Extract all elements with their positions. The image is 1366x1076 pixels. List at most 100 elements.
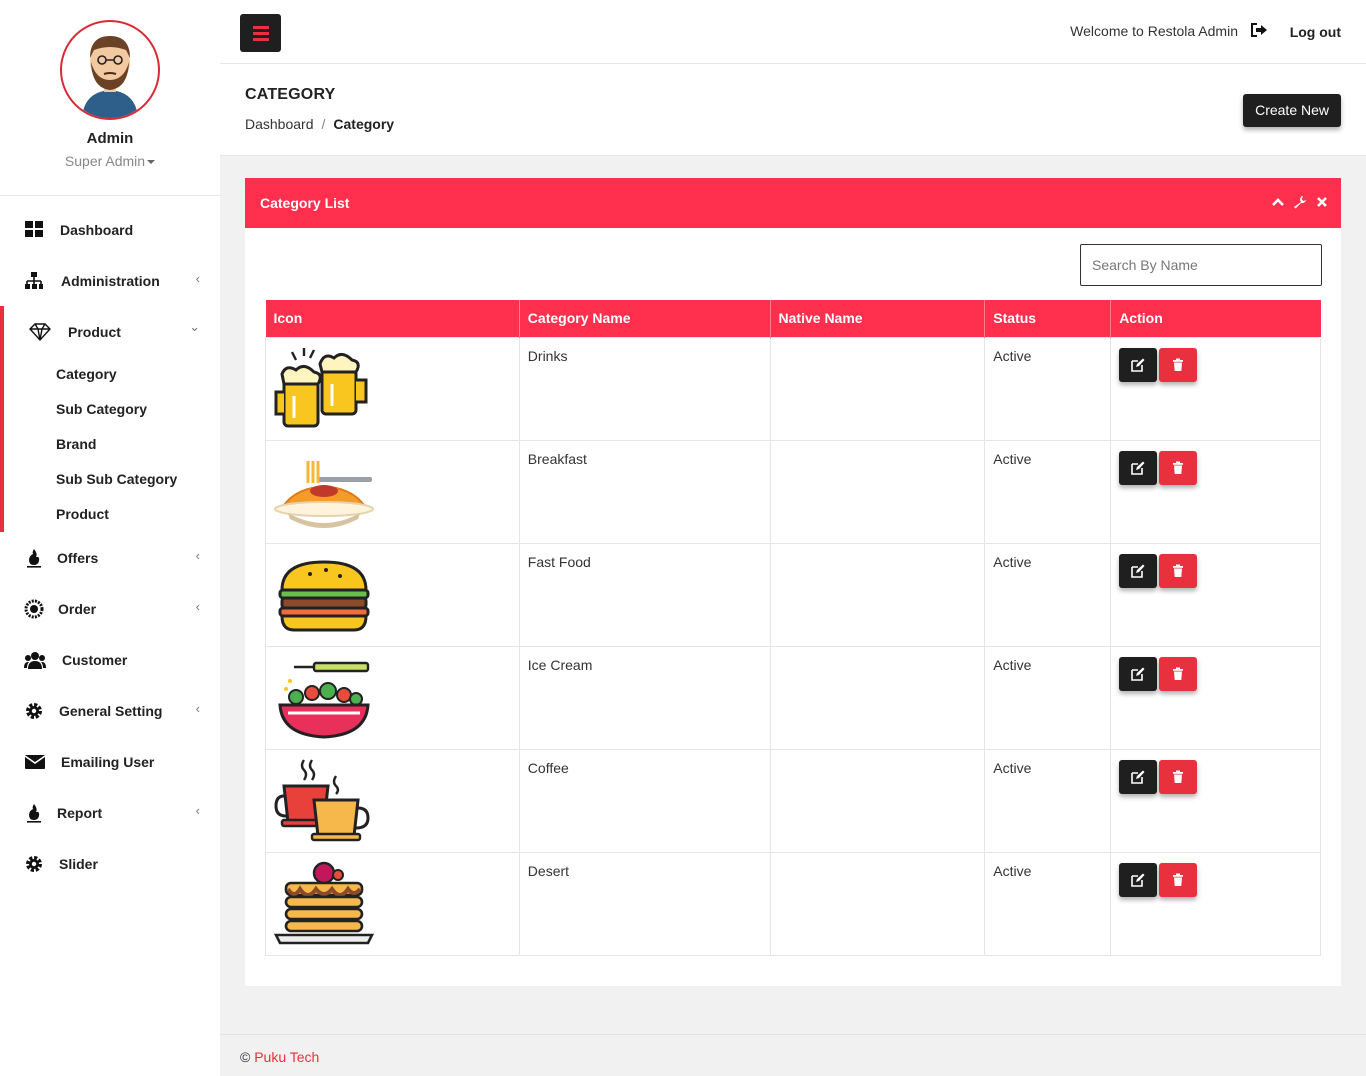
sidebar-item-label: Order — [58, 601, 97, 617]
edit-button[interactable] — [1119, 862, 1158, 897]
trash-icon — [1173, 667, 1184, 680]
chevron-left-icon: ‹ — [195, 599, 200, 614]
sidebar-subitem-sub-sub-category[interactable]: Sub Sub Category — [56, 471, 177, 487]
sidebar-item-order[interactable]: Order ‹ — [0, 589, 220, 629]
edit-button[interactable] — [1119, 347, 1158, 382]
edit-icon — [1131, 564, 1145, 578]
salad-bowl-icon — [278, 661, 370, 739]
trash-icon — [1173, 461, 1184, 474]
trash-icon — [1173, 770, 1184, 783]
role-label: Super Admin — [64, 153, 146, 169]
logout-link[interactable]: Log out — [1290, 24, 1341, 40]
sidebar-item-label: General Setting — [59, 703, 163, 719]
caret-down-icon — [147, 160, 156, 165]
table-row: Desert Active — [265, 851, 1321, 956]
diamond-icon — [29, 323, 51, 342]
icon-cell — [265, 851, 520, 956]
status-cell: Active — [984, 748, 1112, 853]
sidebar-item-offers[interactable]: Offers ‹ — [0, 538, 220, 578]
category-list-card: Category List Icon Category Name Native … — [245, 178, 1341, 986]
wrench-icon[interactable] — [1293, 195, 1307, 209]
spinner-icon — [24, 599, 44, 619]
icon-cell — [265, 542, 520, 647]
bearded-man-icon — [82, 36, 138, 118]
trash-icon — [1173, 873, 1184, 886]
delete-button[interactable] — [1159, 656, 1198, 691]
welcome-text: Welcome to Restola Admin — [1070, 23, 1238, 39]
native-name-cell — [769, 851, 986, 956]
role-dropdown[interactable]: Super Admin — [0, 153, 220, 169]
sidebar-item-label: Administration — [61, 273, 160, 289]
table-row: Ice Cream Active — [265, 645, 1321, 750]
fire-icon — [27, 549, 41, 568]
breadcrumb: Dashboard / Category — [245, 116, 394, 132]
dashboard-icon — [25, 221, 43, 237]
column-header-native-name: Native Name — [770, 300, 986, 337]
native-name-cell — [769, 336, 986, 441]
sidebar-item-label: Emailing User — [61, 754, 155, 770]
close-icon[interactable] — [1315, 195, 1329, 209]
sidebar-subitem-brand[interactable]: Brand — [56, 436, 96, 452]
sidebar-item-dashboard[interactable]: Dashboard — [0, 210, 220, 250]
gear-icon — [26, 856, 42, 872]
footer-text: © Puku Tech — [240, 1049, 319, 1065]
status-cell: Active — [984, 336, 1112, 441]
sidebar-subitem-category[interactable]: Category — [56, 366, 117, 382]
sidebar-item-general-setting[interactable]: General Setting ‹ — [0, 691, 220, 731]
delete-button[interactable] — [1159, 759, 1198, 794]
delete-button[interactable] — [1159, 450, 1198, 485]
card-title: Category List — [260, 195, 350, 211]
sign-out-icon[interactable] — [1250, 22, 1268, 38]
edit-icon — [1131, 770, 1145, 784]
icon-cell — [265, 645, 520, 750]
status-cell: Active — [984, 439, 1112, 544]
company-link[interactable]: Puku Tech — [254, 1049, 319, 1065]
create-new-button[interactable]: Create New — [1243, 94, 1341, 127]
profile-name: Admin — [86, 130, 134, 147]
edit-button[interactable] — [1119, 759, 1158, 794]
copyright-symbol: © — [240, 1049, 251, 1065]
hamburger-icon — [253, 38, 269, 41]
chevron-up-icon[interactable] — [1271, 195, 1285, 209]
edit-button[interactable] — [1119, 450, 1158, 485]
breadcrumb-home[interactable]: Dashboard — [245, 116, 314, 132]
sidebar-subitem-sub-category[interactable]: Sub Category — [56, 401, 147, 417]
chevron-down-icon: ⌄ — [189, 319, 200, 334]
table-row: Drinks Active — [265, 336, 1321, 441]
edit-button[interactable] — [1119, 656, 1158, 691]
delete-button[interactable] — [1159, 347, 1198, 382]
column-header-icon: Icon — [265, 300, 520, 337]
users-icon — [24, 652, 46, 669]
avatar[interactable] — [60, 20, 160, 120]
delete-button[interactable] — [1159, 553, 1198, 588]
sidebar-item-label: Offers — [57, 550, 99, 566]
page-header: CATEGORY Dashboard / Category Create New — [220, 64, 1366, 156]
delete-button[interactable] — [1159, 862, 1198, 897]
chevron-left-icon: ‹ — [195, 271, 200, 286]
icon-cell — [265, 336, 520, 441]
table-row: Fast Food Active — [265, 542, 1321, 647]
sidebar-item-emailing-user[interactable]: Emailing User — [0, 742, 220, 782]
native-name-cell — [769, 439, 986, 544]
footer: © Puku Tech — [220, 1034, 1366, 1076]
menu-toggle-button[interactable] — [240, 14, 281, 52]
edit-button[interactable] — [1119, 553, 1158, 588]
status-cell: Active — [984, 542, 1112, 647]
sidebar-item-customer[interactable]: Customer — [0, 640, 220, 680]
sidebar-item-administration[interactable]: Administration ‹ — [0, 261, 220, 301]
sidebar-subitem-product[interactable]: Product — [56, 506, 109, 522]
category-name-cell: Breakfast — [518, 439, 771, 544]
sidebar-item-product[interactable]: Product ⌄ — [0, 312, 220, 352]
sidebar-item-report[interactable]: Report ‹ — [0, 793, 220, 833]
coffee-cups-icon — [274, 758, 370, 841]
breadcrumb-current: Category — [333, 116, 395, 132]
sidebar-item-label: Product — [68, 324, 121, 340]
action-cell — [1110, 439, 1321, 544]
status-cell: Active — [984, 645, 1112, 750]
beer-mugs-icon — [274, 347, 368, 427]
table-header-row: Icon Category Name Native Name Status Ac… — [265, 300, 1321, 337]
icon-cell — [265, 439, 520, 544]
search-input[interactable] — [1080, 244, 1322, 286]
sidebar-item-label: Slider — [59, 856, 98, 872]
sidebar-item-slider[interactable]: Slider — [0, 844, 220, 884]
